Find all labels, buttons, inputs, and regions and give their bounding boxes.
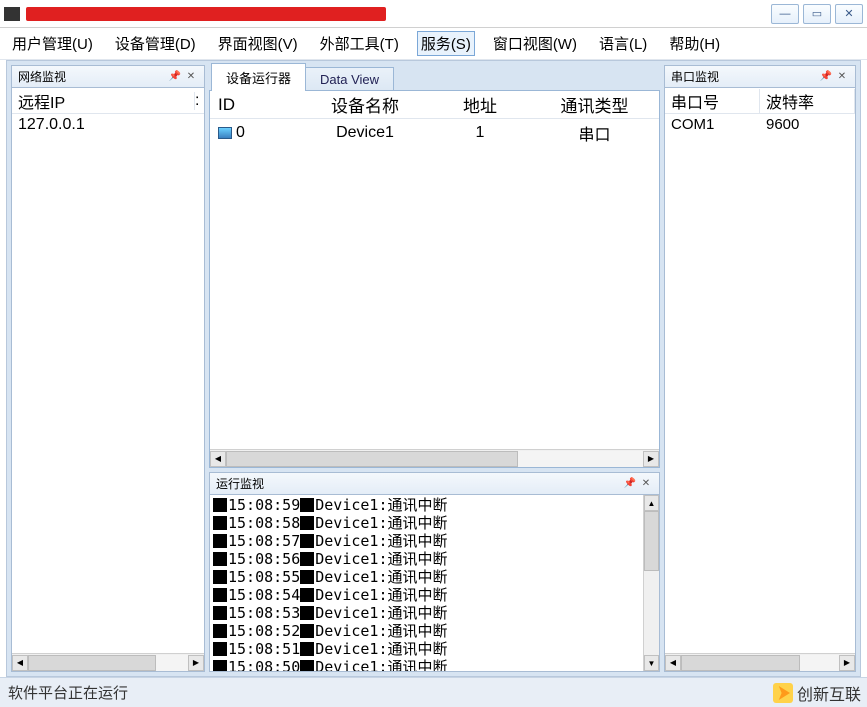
scroll-right-icon[interactable]: ▶ — [839, 655, 855, 671]
workspace: 网络监视 📌 ✕ 远程IP : 127.0.0.1 ◀ ▶ 设备运行器 — [6, 60, 861, 677]
vertical-scrollbar[interactable]: ▲ ▼ — [643, 495, 659, 671]
log-line: 15:08:52Device1:通讯中断 — [213, 622, 656, 640]
scroll-up-icon[interactable]: ▲ — [644, 495, 659, 511]
scroll-left-icon[interactable]: ◀ — [12, 655, 28, 671]
scroll-left-icon[interactable]: ◀ — [210, 451, 226, 467]
menu-device-mgmt[interactable]: 设备管理(D) — [111, 31, 200, 56]
app-icon — [4, 7, 20, 21]
log-line: 15:08:51Device1:通讯中断 — [213, 640, 656, 658]
scroll-thumb[interactable] — [644, 511, 659, 571]
statusbar: 软件平台正在运行 — [0, 677, 867, 707]
network-row[interactable]: 127.0.0.1 — [12, 114, 204, 136]
brand-text: 创新互联 — [797, 681, 861, 705]
pin-icon[interactable]: 📌 — [168, 70, 182, 84]
col-id[interactable]: ID — [210, 95, 300, 115]
col-remote-ip[interactable]: 远程IP — [12, 89, 194, 113]
col-name[interactable]: 设备名称 — [300, 92, 430, 117]
pin-icon[interactable]: 📌 — [623, 477, 637, 491]
maximize-button[interactable]: ▭ — [803, 4, 831, 24]
pin-icon[interactable]: 📌 — [819, 70, 833, 84]
brand-watermark: 创新互联 — [773, 681, 861, 705]
menu-user-mgmt[interactable]: 用户管理(U) — [8, 31, 97, 56]
scroll-down-icon[interactable]: ▼ — [644, 655, 659, 671]
titlebar: — ▭ ✕ — [0, 0, 867, 28]
scroll-left-icon[interactable]: ◀ — [665, 655, 681, 671]
tab-dataview[interactable]: Data View — [305, 67, 394, 91]
menu-ui-view[interactable]: 界面视图(V) — [214, 31, 302, 56]
close-icon[interactable]: ✕ — [835, 70, 849, 84]
scroll-right-icon[interactable]: ▶ — [188, 655, 204, 671]
tab-devices[interactable]: 设备运行器 — [211, 63, 306, 91]
log-line: 15:08:57Device1:通讯中断 — [213, 532, 656, 550]
serial-panel-title: 串口监视 — [671, 68, 817, 85]
log-line: 15:08:55Device1:通讯中断 — [213, 568, 656, 586]
menu-services[interactable]: 服务(S) — [417, 31, 475, 56]
menu-ext-tools[interactable]: 外部工具(T) — [316, 31, 403, 56]
device-table: ID 设备名称 地址 通讯类型 0 Device1 1 串口 ◀ ▶ — [209, 90, 660, 468]
minimize-button[interactable]: — — [771, 4, 799, 24]
log-line: 15:08:58Device1:通讯中断 — [213, 514, 656, 532]
log-line: 15:08:54Device1:通讯中断 — [213, 586, 656, 604]
serial-row[interactable]: COM1 9600 — [665, 114, 855, 135]
log-line: 15:08:50Device1:通讯中断 — [213, 658, 656, 671]
network-panel: 网络监视 📌 ✕ 远程IP : 127.0.0.1 ◀ ▶ — [11, 65, 205, 672]
log-line: 15:08:59Device1:通讯中断 — [213, 496, 656, 514]
brand-logo-icon — [773, 683, 793, 703]
scroll-track[interactable] — [226, 451, 643, 467]
title-redacted — [26, 7, 386, 21]
menu-help[interactable]: 帮助(H) — [665, 31, 724, 56]
runlog-list[interactable]: 15:08:59Device1:通讯中断15:08:58Device1:通讯中断… — [211, 496, 658, 671]
menu-window-view[interactable]: 窗口视图(W) — [489, 31, 581, 56]
col-addr[interactable]: 地址 — [430, 92, 530, 117]
log-line: 15:08:53Device1:通讯中断 — [213, 604, 656, 622]
network-header: 远程IP : — [12, 88, 204, 114]
close-icon[interactable]: ✕ — [639, 477, 653, 491]
runlog-title: 运行监视 — [216, 475, 621, 492]
device-row[interactable]: 0 Device1 1 串口 — [210, 119, 659, 147]
col-baud[interactable]: 波特率 — [760, 89, 855, 113]
col-port[interactable]: 串口号 — [665, 89, 760, 113]
log-line: 15:08:56Device1:通讯中断 — [213, 550, 656, 568]
close-button[interactable]: ✕ — [835, 4, 863, 24]
serial-panel: 串口监视 📌 ✕ 串口号 波特率 COM1 9600 ◀ ▶ — [664, 65, 856, 672]
scroll-right-icon[interactable]: ▶ — [643, 451, 659, 467]
monitor-icon — [218, 127, 232, 139]
scroll-track[interactable] — [28, 655, 188, 671]
menubar: 用户管理(U) 设备管理(D) 界面视图(V) 外部工具(T) 服务(S) 窗口… — [0, 28, 867, 60]
network-panel-title: 网络监视 — [18, 68, 166, 85]
center-top: 设备运行器 Data View ID 设备名称 地址 通讯类型 0 Device… — [209, 65, 660, 468]
menu-language[interactable]: 语言(L) — [595, 31, 651, 56]
col-comm[interactable]: 通讯类型 — [530, 92, 659, 117]
status-text: 软件平台正在运行 — [8, 682, 128, 703]
runlog-panel: 运行监视 📌 ✕ 15:08:59Device1:通讯中断15:08:58Dev… — [209, 472, 660, 672]
scroll-track[interactable] — [681, 655, 839, 671]
close-icon[interactable]: ✕ — [184, 70, 198, 84]
tabstrip: 设备运行器 Data View — [209, 65, 660, 91]
